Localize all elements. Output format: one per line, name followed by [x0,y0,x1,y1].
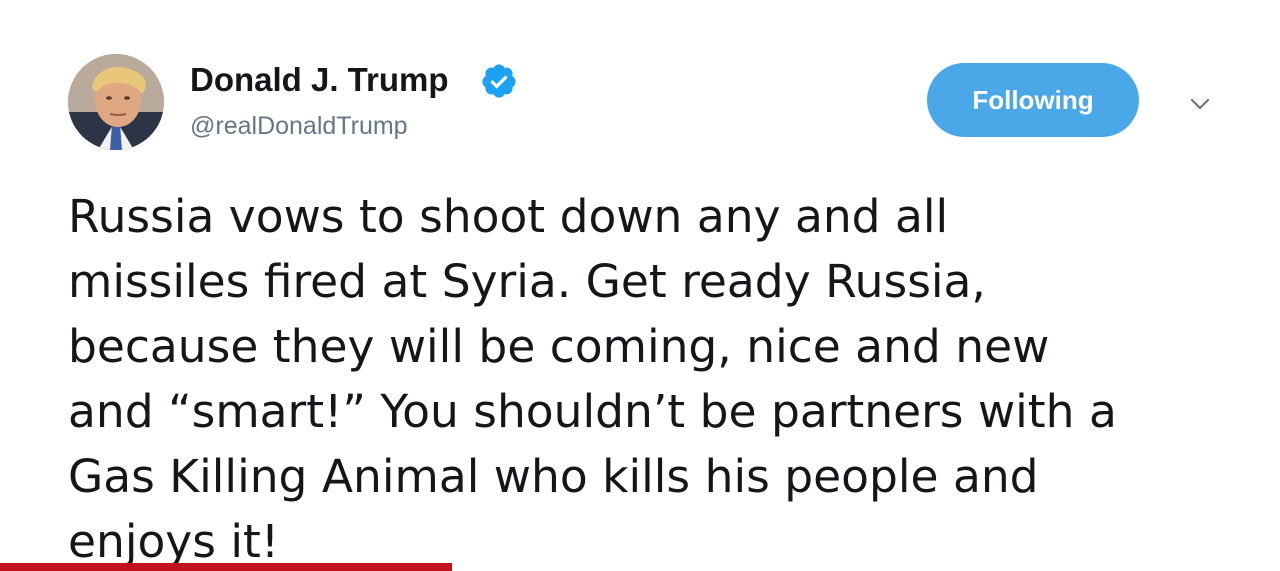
tweet-text-line: because they will be coming, nice and ne… [68,320,1050,373]
verified-badge-icon [482,64,516,98]
tweet-text-line: Gas Killing Animal who kills his people … [68,450,1039,503]
bottom-red-bar [0,563,452,571]
tweet-text-line: enjoys it! [68,515,280,568]
tweet-text: Russia vows to shoot down any and all mi… [68,184,1258,571]
tweet-menu-button[interactable] [1180,90,1220,120]
tweet-card: Donald J. Trump @realDonaldTrump Followi… [0,0,1280,571]
chevron-down-icon [1190,98,1210,110]
profile-avatar[interactable] [68,54,164,150]
tweet-text-line: Russia vows to shoot down any and all [68,190,949,243]
tweet-text-line: and “smart!” You shouldn’t be partners w… [68,385,1117,438]
author-name[interactable]: Donald J. Trump [190,60,449,100]
author-handle[interactable]: @realDonaldTrump [190,110,408,142]
tweet-text-line: missiles fired at Syria. Get ready Russi… [68,255,986,308]
following-button[interactable]: Following [927,63,1139,137]
avatar-image [68,54,164,150]
